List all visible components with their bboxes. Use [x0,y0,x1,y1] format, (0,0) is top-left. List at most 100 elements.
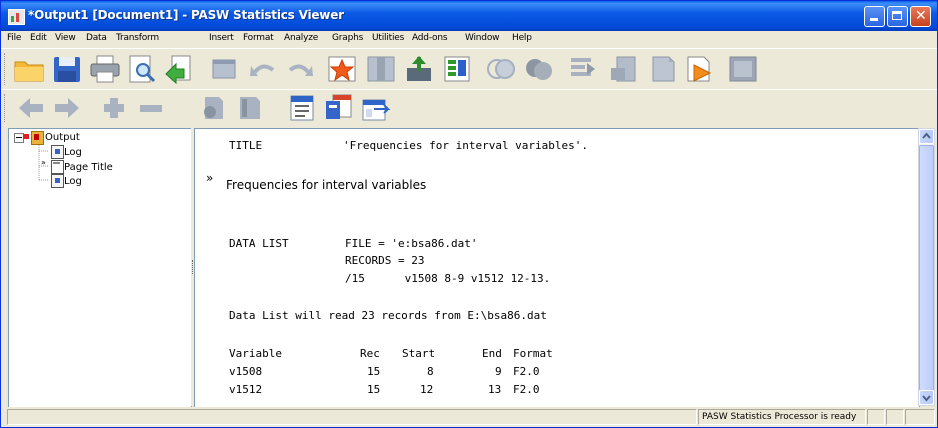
page-title-icon [51,160,64,174]
status-panel-extra [886,409,904,425]
outline-item-page-title[interactable]: Page Title [64,162,113,173]
outline-item-log[interactable]: Log [64,176,82,187]
status-panel-main [7,409,697,425]
redo-icon[interactable] [284,54,316,84]
menu-utilities[interactable]: Utilities [372,33,404,43]
status-message: PASW Statistics Processor is ready [698,409,866,425]
print-preview-icon[interactable] [126,54,158,84]
menu-insert[interactable]: Insert [209,33,234,43]
demote-icon[interactable] [51,93,83,123]
goto-variable-icon[interactable] [365,54,397,84]
variables-icon[interactable] [403,54,435,84]
show-icon[interactable] [197,93,229,123]
datalist-line: FILE = 'e:bsa86.dat' [345,237,478,250]
output-book-icon [31,131,44,145]
dialog-recall-icon[interactable] [209,54,241,84]
close-button[interactable]: ✕ [910,6,931,27]
log-icon [51,145,64,159]
goto-case-icon[interactable] [326,54,358,84]
log-icon [51,174,64,188]
content-pane[interactable]: TITLE 'Frequencies for interval variable… [194,128,920,408]
current-item-marker-icon: » [41,158,46,167]
value-labels-icon[interactable] [523,54,555,84]
table-header-end: End [482,347,502,360]
menu-file[interactable]: File [7,33,21,43]
table-cell: 12 [420,383,434,396]
status-bar: PASW Statistics Processor is ready [1,407,937,427]
scroll-up-button[interactable] [919,129,934,144]
designate-window-icon[interactable] [609,54,641,84]
table-cell: 15 [367,383,381,396]
insert-title-icon[interactable] [323,93,355,123]
title-argument: 'Frequencies for interval variables'. [343,139,589,152]
menu-analyze[interactable]: Analyze [284,33,318,43]
menu-graphs[interactable]: Graphs [332,33,363,43]
outline-item-log[interactable]: Log [64,147,82,158]
insert-output-icon[interactable] [567,54,599,84]
toolbar-grip[interactable] [4,53,8,85]
table-header-start: Start [402,347,436,360]
script-icon[interactable] [684,54,716,84]
status-panel-extra [867,409,885,425]
outline-root-label[interactable]: Output [45,132,80,143]
scroll-down-button[interactable] [919,390,934,405]
table-header-variable: Variable [229,347,282,360]
table-cell: 13 [488,383,502,396]
vertical-scrollbar[interactable] [918,128,935,406]
toolbar-grip[interactable] [4,94,8,122]
undo-icon[interactable] [247,54,279,84]
scroll-up-icon [922,132,931,139]
use-sets-icon[interactable] [441,54,473,84]
promote-icon[interactable] [15,93,47,123]
title-bar[interactable]: *Output1 [Document1] - PASW Statistics V… [1,1,937,31]
menu-format[interactable]: Format [243,33,274,43]
info-line: Data List will read 23 records from E:\b… [229,309,547,322]
minimize-icon [870,18,878,21]
title-command: TITLE [229,139,263,152]
datalist-line: /15 v1508 8-9 v1512 12-13. [345,272,551,285]
table-header-format: Format [513,347,553,360]
scroll-thumb[interactable] [919,145,934,391]
print-icon[interactable] [89,54,121,84]
table-cell: 15 [367,365,381,378]
table-cell: F2.0 [513,383,540,396]
window-title: *Output1 [Document1] - PASW Statistics V… [28,8,344,22]
open-folder-icon[interactable] [13,54,45,84]
viewer-window: *Output1 [Document1] - PASW Statistics V… [0,0,938,428]
menu-help[interactable]: Help [512,33,532,43]
minimize-button[interactable] [864,6,885,27]
menu-data[interactable]: Data [86,33,107,43]
menu-window[interactable]: Window [465,33,499,43]
table-cell: v1512 [229,383,263,396]
standard-toolbar [1,48,937,90]
export-icon[interactable] [164,54,196,85]
insert-heading-icon[interactable] [287,93,319,123]
outline-toolbar [1,89,937,128]
collapse-icon[interactable] [136,93,168,123]
arrow-marker-icon [23,134,29,139]
menu-view[interactable]: View [55,33,76,43]
page-title-text[interactable]: Frequencies for interval variables [226,178,426,192]
menu-edit[interactable]: Edit [30,33,47,43]
outline-pane[interactable]: Output Log » Page Title Log [8,128,192,408]
close-icon: ✕ [915,8,927,24]
insert-text-icon[interactable] [360,93,392,123]
status-panel-extra [905,409,935,425]
maximize-icon [892,11,902,20]
viewer-panes: Output Log » Page Title Log TITLE 'Frequ… [1,126,937,408]
maximize-button[interactable] [887,6,908,27]
show-all-icon[interactable] [647,54,679,84]
hide-icon[interactable] [234,93,266,123]
menu-bar: File Edit View Data Transform Insert For… [1,31,937,47]
select-cases-icon[interactable] [485,54,517,84]
app-icon[interactable] [8,9,25,25]
frame-icon[interactable] [727,54,759,84]
save-icon[interactable] [51,54,83,84]
menu-transform[interactable]: Transform [116,33,159,43]
menu-addons[interactable]: Add-ons [412,33,448,43]
table-cell: v1508 [229,365,263,378]
table-cell: 9 [495,365,502,378]
current-item-marker-icon: » [206,171,214,185]
datalist-line: RECORDS = 23 [345,254,425,267]
expand-icon[interactable] [98,93,130,123]
